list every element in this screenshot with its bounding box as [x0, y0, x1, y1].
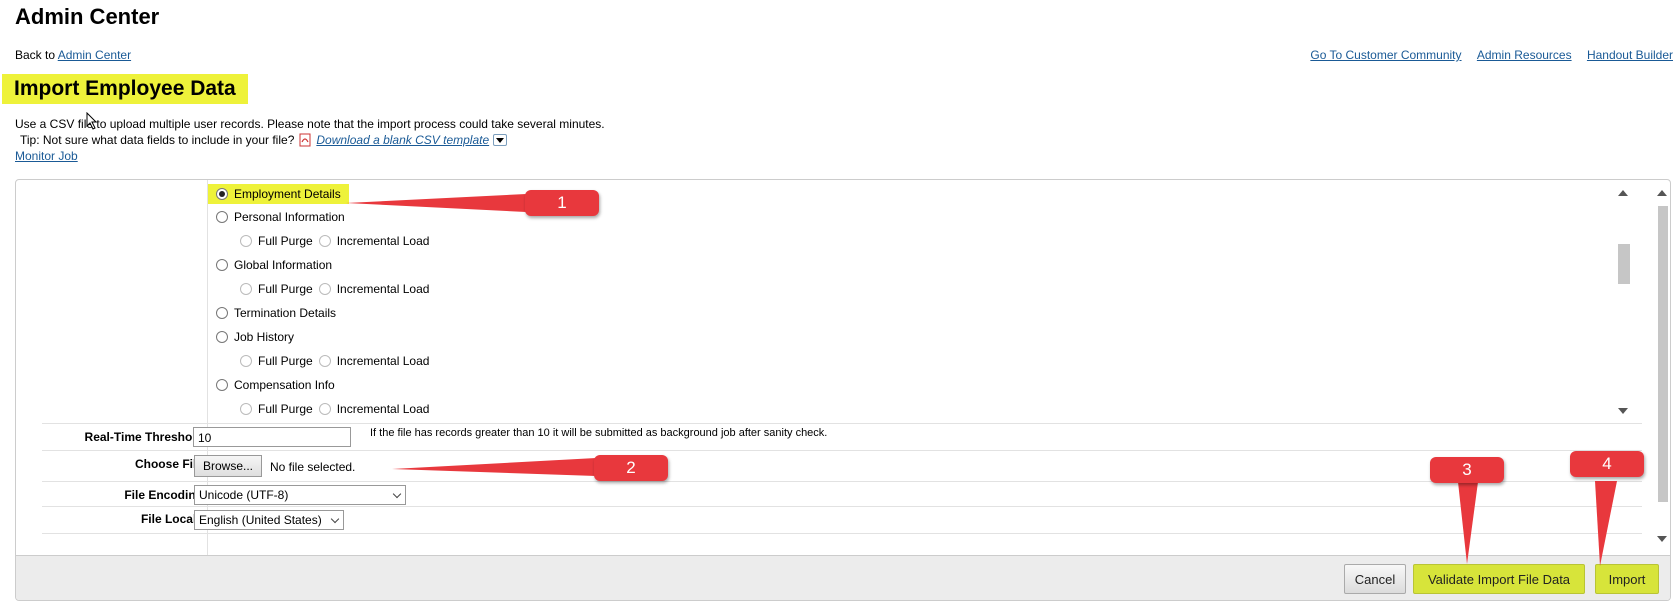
customer-community-link[interactable]: Go To Customer Community [1310, 48, 1461, 62]
panel-scroll-up-icon[interactable] [1657, 190, 1667, 196]
monitor-job-link[interactable]: Monitor Job [15, 149, 78, 163]
threshold-row: Real-Time Threshold: 10 If the file has … [42, 423, 1642, 450]
option-personal-information[interactable]: Personal Information [216, 210, 345, 224]
page-title: Import Employee Data [2, 74, 248, 104]
download-template-link[interactable]: Download a blank CSV template [316, 133, 489, 147]
tip-row: Tip: Not sure what data fields to includ… [20, 133, 508, 147]
label-incremental-load: Incremental Load [336, 354, 430, 368]
radio-global-information[interactable] [216, 259, 228, 271]
back-row: Back to Admin Center [15, 48, 131, 62]
locale-label: File Locale: [140, 512, 207, 526]
panel-scroll-thumb[interactable] [1658, 206, 1668, 502]
handout-builder-link[interactable]: Handout Builder [1587, 48, 1673, 62]
radio-termination-details[interactable] [216, 307, 228, 319]
locale-row: File Locale: English (United States) [42, 506, 1642, 534]
admin-center-link[interactable]: Admin Center [58, 48, 131, 62]
back-prefix: Back to [15, 48, 56, 62]
label-compensation-info: Compensation Info [234, 378, 335, 392]
label-job-history: Job History [234, 330, 295, 344]
label-incremental-load: Incremental Load [336, 402, 430, 416]
label-incremental-load: Incremental Load [336, 282, 430, 296]
panel-scrollbar[interactable] [1654, 184, 1670, 546]
option-job-history[interactable]: Job History [216, 330, 294, 344]
cancel-button[interactable]: Cancel [1344, 564, 1406, 594]
label-incremental-load: Incremental Load [336, 234, 430, 248]
locale-select[interactable]: English (United States) [194, 510, 344, 530]
pdf-icon [299, 133, 311, 147]
callout-badge-2: 2 [594, 455, 668, 481]
choose-file-row: Choose File: Browse... No file selected. [42, 450, 1642, 482]
option-employment-details[interactable]: Employment Details [208, 184, 349, 204]
encoding-select[interactable]: Unicode (UTF-8) [194, 485, 406, 505]
radio-job-history-incremental[interactable] [318, 355, 331, 367]
admin-resources-link[interactable]: Admin Resources [1477, 48, 1572, 62]
threshold-label: Real-Time Threshold: [84, 430, 207, 444]
callout-badge-1: 1 [525, 190, 599, 216]
choose-file-label: Choose File: [134, 457, 207, 471]
radio-compensation-info[interactable] [216, 379, 228, 391]
radio-compensation-incremental[interactable] [318, 403, 331, 415]
compensation-sub-options: Full Purge Incremental Load [240, 402, 429, 416]
scroll-up-icon[interactable] [1618, 190, 1628, 196]
radio-compensation-full-purge[interactable] [240, 403, 252, 415]
no-file-text: No file selected. [270, 460, 356, 474]
action-bar: Cancel Validate Import File Data Import [16, 555, 1670, 600]
option-global-information[interactable]: Global Information [216, 258, 332, 272]
threshold-note: If the file has records greater than 10 … [370, 427, 828, 439]
type-list-scrollbar[interactable] [1616, 184, 1630, 418]
validate-button[interactable]: Validate Import File Data [1413, 564, 1585, 594]
label-personal-information: Personal Information [234, 210, 345, 224]
radio-global-incremental[interactable] [318, 283, 331, 295]
import-panel: Employment Details Personal Information … [15, 179, 1671, 601]
top-links: Go To Customer Community Admin Resources… [1298, 48, 1673, 62]
label-termination-details: Termination Details [234, 306, 337, 320]
import-button[interactable]: Import [1595, 564, 1659, 594]
callout-badge-3: 3 [1430, 457, 1504, 483]
radio-personal-full-purge[interactable] [240, 235, 252, 247]
tip-text: Tip: Not sure what data fields to includ… [20, 133, 295, 147]
radio-job-history-full-purge[interactable] [240, 355, 252, 367]
browse-button[interactable]: Browse... [194, 455, 263, 477]
label-full-purge: Full Purge [258, 282, 313, 296]
radio-personal-information[interactable] [216, 211, 228, 223]
personal-sub-options: Full Purge Incremental Load [240, 234, 429, 248]
dropdown-menu-icon[interactable] [493, 134, 508, 146]
encoding-label: File Encoding: [124, 488, 207, 502]
radio-personal-incremental[interactable] [318, 235, 331, 247]
option-termination-details[interactable]: Termination Details [216, 306, 336, 320]
radio-employment-details[interactable] [216, 188, 228, 200]
scroll-down-icon[interactable] [1618, 408, 1628, 414]
label-full-purge: Full Purge [258, 354, 313, 368]
label-global-information: Global Information [234, 258, 333, 272]
global-sub-options: Full Purge Incremental Load [240, 282, 429, 296]
encoding-row: File Encoding: Unicode (UTF-8) [42, 481, 1642, 508]
callout-badge-4: 4 [1570, 451, 1644, 477]
radio-job-history[interactable] [216, 331, 228, 343]
label-full-purge: Full Purge [258, 402, 313, 416]
mouse-cursor-icon [86, 112, 98, 130]
panel-scroll-down-icon[interactable] [1657, 536, 1667, 542]
import-type-list: Employment Details Personal Information … [208, 184, 1632, 418]
label-full-purge: Full Purge [258, 234, 313, 248]
job-history-sub-options: Full Purge Incremental Load [240, 354, 429, 368]
app-title: Admin Center [15, 4, 160, 29]
threshold-input[interactable]: 10 [193, 427, 351, 447]
intro-text: Use a CSV file to upload multiple user r… [15, 117, 605, 131]
option-compensation-info[interactable]: Compensation Info [216, 378, 335, 392]
label-employment-details: Employment Details [234, 187, 341, 201]
scroll-thumb[interactable] [1618, 244, 1630, 284]
radio-global-full-purge[interactable] [240, 283, 252, 295]
